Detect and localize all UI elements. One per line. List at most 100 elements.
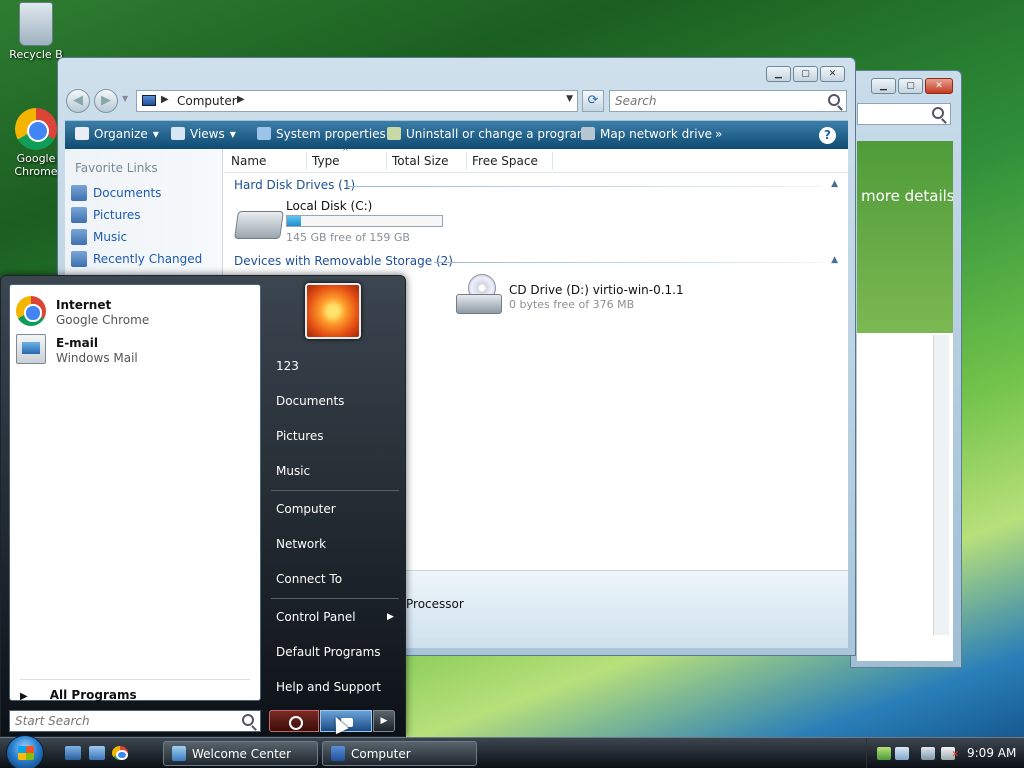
start-default-programs[interactable]: Default Programs xyxy=(276,645,381,659)
more-details-link[interactable]: more details xyxy=(861,187,953,205)
refresh-button[interactable]: ⟳ xyxy=(582,90,604,112)
search-icon[interactable] xyxy=(242,714,254,726)
views-label: Views xyxy=(190,127,225,141)
column-type[interactable]: Type xyxy=(312,154,340,168)
start-user-folder[interactable]: 123 xyxy=(276,359,299,373)
favorite-documents[interactable]: Documents xyxy=(71,185,161,201)
windows-security-icon[interactable] xyxy=(877,747,891,760)
group-removable-storage[interactable]: Devices with Removable Storage (2) xyxy=(234,254,453,268)
minimize-button[interactable]: ▁ xyxy=(766,66,791,82)
all-programs-button[interactable]: ▶ All Programs xyxy=(20,688,137,702)
minimize-button[interactable]: ▁ xyxy=(871,78,896,94)
network-icon[interactable] xyxy=(921,747,935,760)
start-connect-to[interactable]: Connect To xyxy=(276,572,342,586)
start-network[interactable]: Network xyxy=(276,537,326,551)
cd-drive-icon xyxy=(456,274,502,316)
show-desktop-icon[interactable] xyxy=(65,746,81,760)
map-network-drive-label: Map network drive xyxy=(600,127,713,141)
clock[interactable]: 9:09 AM xyxy=(967,746,1016,760)
breadcrumb-arrow-icon[interactable]: ▶ xyxy=(237,94,245,105)
back-window-caption-buttons: ▁ ▢ ✕ xyxy=(871,78,953,94)
system-properties-label: System properties xyxy=(276,127,386,141)
favorite-links-title: Favorite Links xyxy=(75,161,158,175)
volume-muted-icon[interactable]: ✕ xyxy=(941,747,959,760)
forward-button[interactable]: ▶ xyxy=(94,89,118,113)
help-icon[interactable]: ? xyxy=(819,127,836,144)
recent-pages-chevron-icon[interactable]: ▼ xyxy=(122,94,128,103)
maximize-button[interactable]: ▢ xyxy=(793,66,818,82)
taskbar-computer[interactable]: Computer xyxy=(322,741,477,766)
views-button[interactable]: Views ▼ xyxy=(171,127,236,141)
close-button[interactable]: ✕ xyxy=(820,66,845,82)
pinned-internet-subtitle: Google Chrome xyxy=(56,313,150,327)
address-bar[interactable]: ▶ Computer ▶ ▼ xyxy=(136,90,578,112)
column-separator[interactable] xyxy=(466,152,467,170)
user-picture[interactable] xyxy=(305,283,361,339)
breadcrumb-arrow-icon[interactable]: ▶ xyxy=(161,94,169,105)
uninstall-program-button[interactable]: Uninstall or change a program xyxy=(387,127,589,141)
search-field[interactable] xyxy=(609,90,847,112)
tray-status-icon[interactable] xyxy=(895,747,909,760)
chrome-icon[interactable] xyxy=(112,746,128,761)
pinned-email-subtitle: Windows Mail xyxy=(56,351,138,365)
address-dropdown-icon[interactable]: ▼ xyxy=(566,94,573,104)
start-control-panel[interactable]: Control Panel xyxy=(276,610,356,624)
collapse-group-icon[interactable]: ▲ xyxy=(831,179,838,189)
organize-button[interactable]: Organize ▼ xyxy=(75,127,159,141)
welcome-center-window[interactable]: ▁ ▢ ✕ more details me xyxy=(850,70,962,668)
start-right-divider xyxy=(271,490,399,491)
start-music[interactable]: Music xyxy=(276,464,310,478)
switch-windows-icon[interactable] xyxy=(89,746,105,760)
start-button[interactable] xyxy=(6,735,44,768)
power-button[interactable] xyxy=(269,710,319,732)
command-bar: Organize ▼ Views ▼ System properties Unins… xyxy=(65,120,848,149)
start-search-input[interactable] xyxy=(10,711,230,731)
column-separator[interactable] xyxy=(306,152,307,170)
maximize-button[interactable]: ▢ xyxy=(898,78,923,94)
favorite-recently-changed[interactable]: Recently Changed xyxy=(71,251,202,267)
group-divider xyxy=(346,186,822,187)
back-window-scrollbar[interactable] xyxy=(933,335,949,635)
start-pictures[interactable]: Pictures xyxy=(276,429,324,443)
column-total-size[interactable]: Total Size xyxy=(392,154,448,168)
recycle-bin-desktop-icon[interactable]: Recycle B xyxy=(0,2,72,61)
column-free-space[interactable]: Free Space xyxy=(472,154,538,168)
favorite-pictures[interactable]: Pictures xyxy=(71,207,141,223)
search-input[interactable] xyxy=(610,91,810,111)
back-button[interactable]: ◀ xyxy=(66,89,90,113)
map-network-drive-button[interactable]: Map network drive xyxy=(581,127,712,141)
collapse-group-icon[interactable]: ▲ xyxy=(831,255,838,265)
organize-icon xyxy=(75,127,89,140)
start-computer[interactable]: Computer xyxy=(276,502,336,516)
taskbar-welcome-center[interactable]: Welcome Center xyxy=(163,741,318,766)
cd-drive-name: CD Drive (D:) virtio-win-0.1.1 xyxy=(509,283,684,297)
welcome-center-icon xyxy=(172,746,186,761)
favorite-recently-changed-label: Recently Changed xyxy=(93,252,203,266)
favorite-music[interactable]: Music xyxy=(71,229,127,245)
processor-label: Processor xyxy=(406,597,464,611)
start-menu: Internet Google Chrome E-mail Windows Ma… xyxy=(0,275,406,737)
arrow-right-icon: ▶ xyxy=(20,691,28,702)
back-window-search[interactable] xyxy=(857,103,951,125)
cd-drive-free-space: 0 bytes free of 376 MB xyxy=(509,298,635,311)
chevron-down-icon: ▼ xyxy=(152,130,159,139)
close-button[interactable]: ✕ xyxy=(925,78,953,94)
start-search-field[interactable] xyxy=(9,710,261,732)
column-name[interactable]: Name xyxy=(231,154,266,168)
start-documents[interactable]: Documents xyxy=(276,394,344,408)
windows-mail-icon xyxy=(16,334,46,364)
more-commands-button[interactable]: » xyxy=(715,127,722,141)
address-path[interactable]: Computer xyxy=(177,94,237,108)
taskbar-welcome-center-label: Welcome Center xyxy=(192,747,292,761)
power-options-arrow-icon[interactable]: ▶ xyxy=(373,710,395,732)
group-hard-disk-drives[interactable]: Hard Disk Drives (1) xyxy=(234,178,355,192)
system-properties-button[interactable]: System properties xyxy=(257,127,386,141)
start-help-and-support[interactable]: Help and Support xyxy=(276,680,381,694)
column-separator[interactable] xyxy=(386,152,387,170)
pictures-icon xyxy=(71,207,87,223)
disk-usage-bar xyxy=(286,215,443,227)
column-separator[interactable] xyxy=(552,152,553,170)
local-disk-name: Local Disk (C:) xyxy=(286,199,373,213)
search-icon[interactable] xyxy=(828,94,840,106)
caption-buttons: ▁ ▢ ✕ xyxy=(766,66,845,82)
